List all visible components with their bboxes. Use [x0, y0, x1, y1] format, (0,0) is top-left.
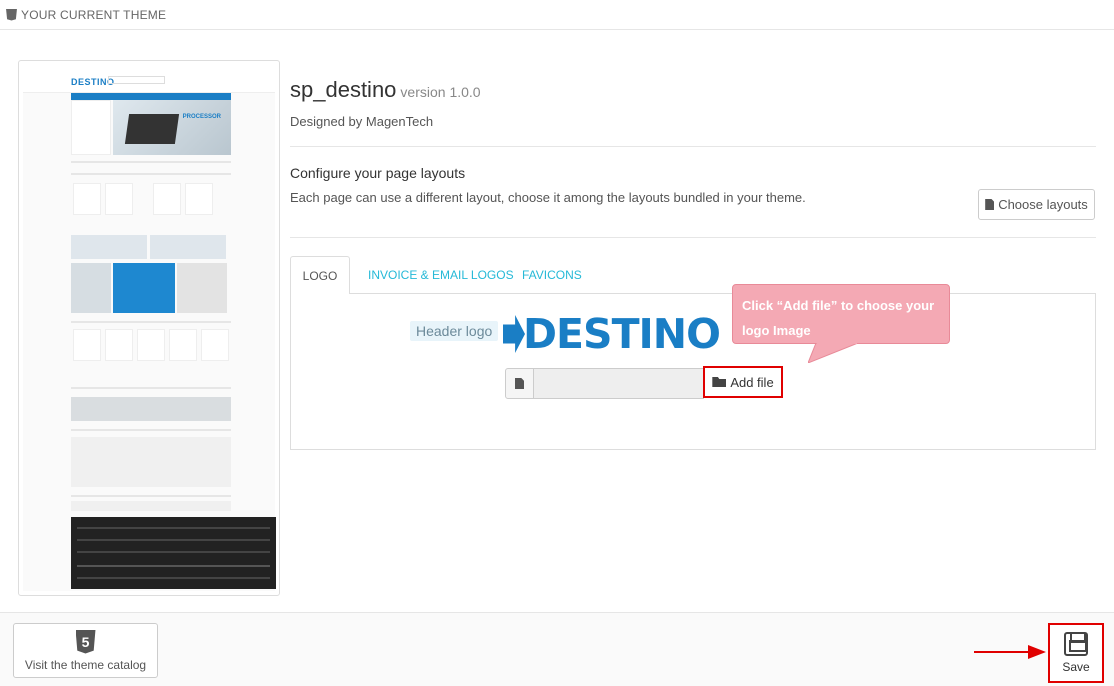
file-icon: [985, 199, 995, 210]
save-button[interactable]: Save: [1048, 623, 1104, 683]
catalog-button-label: Visit the theme catalog: [24, 657, 147, 672]
header-logo-label: Header logo: [410, 321, 499, 341]
divider: [290, 237, 1096, 238]
tab-logo[interactable]: LOGO: [290, 256, 350, 295]
pointer-arrow: [974, 645, 1046, 659]
choose-layouts-button[interactable]: Choose layouts: [978, 189, 1095, 220]
layouts-description: Each page can use a different layout, ch…: [290, 190, 806, 205]
visit-theme-catalog-button[interactable]: 5 Visit the theme catalog: [13, 623, 158, 678]
theme-name-text: sp_destino: [290, 77, 397, 102]
theme-thumbnail: DESTINO PROCESSOR: [18, 60, 280, 596]
tab-favicons[interactable]: FAVICONS: [506, 256, 598, 294]
tab-invoice-email-logos[interactable]: INVOICE & EMAIL LOGOS: [352, 256, 530, 294]
theme-name: sp_destino version 1.0.0: [290, 77, 481, 103]
instruction-callout: Click “Add file” to choose your logo Ima…: [732, 284, 950, 344]
callout-tail: [808, 343, 859, 363]
page-title: YOUR CURRENT THEME: [21, 7, 167, 22]
page-header: YOUR CURRENT THEME: [0, 0, 1114, 30]
divider: [290, 146, 1096, 147]
logo-tabs: LOGO INVOICE & EMAIL LOGOS FAVICONS: [290, 256, 1096, 295]
logo-wordmark: DESTINO: [523, 310, 721, 358]
file-path-input[interactable]: [534, 368, 704, 399]
file-icon: [515, 378, 524, 389]
folder-open-icon: [712, 377, 727, 387]
choose-layouts-label: Choose layouts: [998, 197, 1088, 212]
layouts-title: Configure your page layouts: [290, 165, 466, 181]
logo-arrow-icon: [503, 315, 525, 353]
footer-bar: [0, 612, 1114, 686]
theme-author: Designed by MagenTech: [290, 114, 434, 129]
add-file-label: Add file: [730, 374, 774, 390]
save-icon: [1064, 632, 1088, 656]
save-button-label: Save: [1062, 660, 1090, 674]
html5-icon: [6, 8, 17, 21]
add-file-button[interactable]: Add file: [703, 366, 783, 398]
file-type-indicator: [505, 368, 534, 399]
header-logo-preview: DESTINO: [503, 310, 721, 358]
html5-icon: 5: [75, 629, 96, 654]
theme-version: version 1.0.0: [400, 84, 481, 100]
